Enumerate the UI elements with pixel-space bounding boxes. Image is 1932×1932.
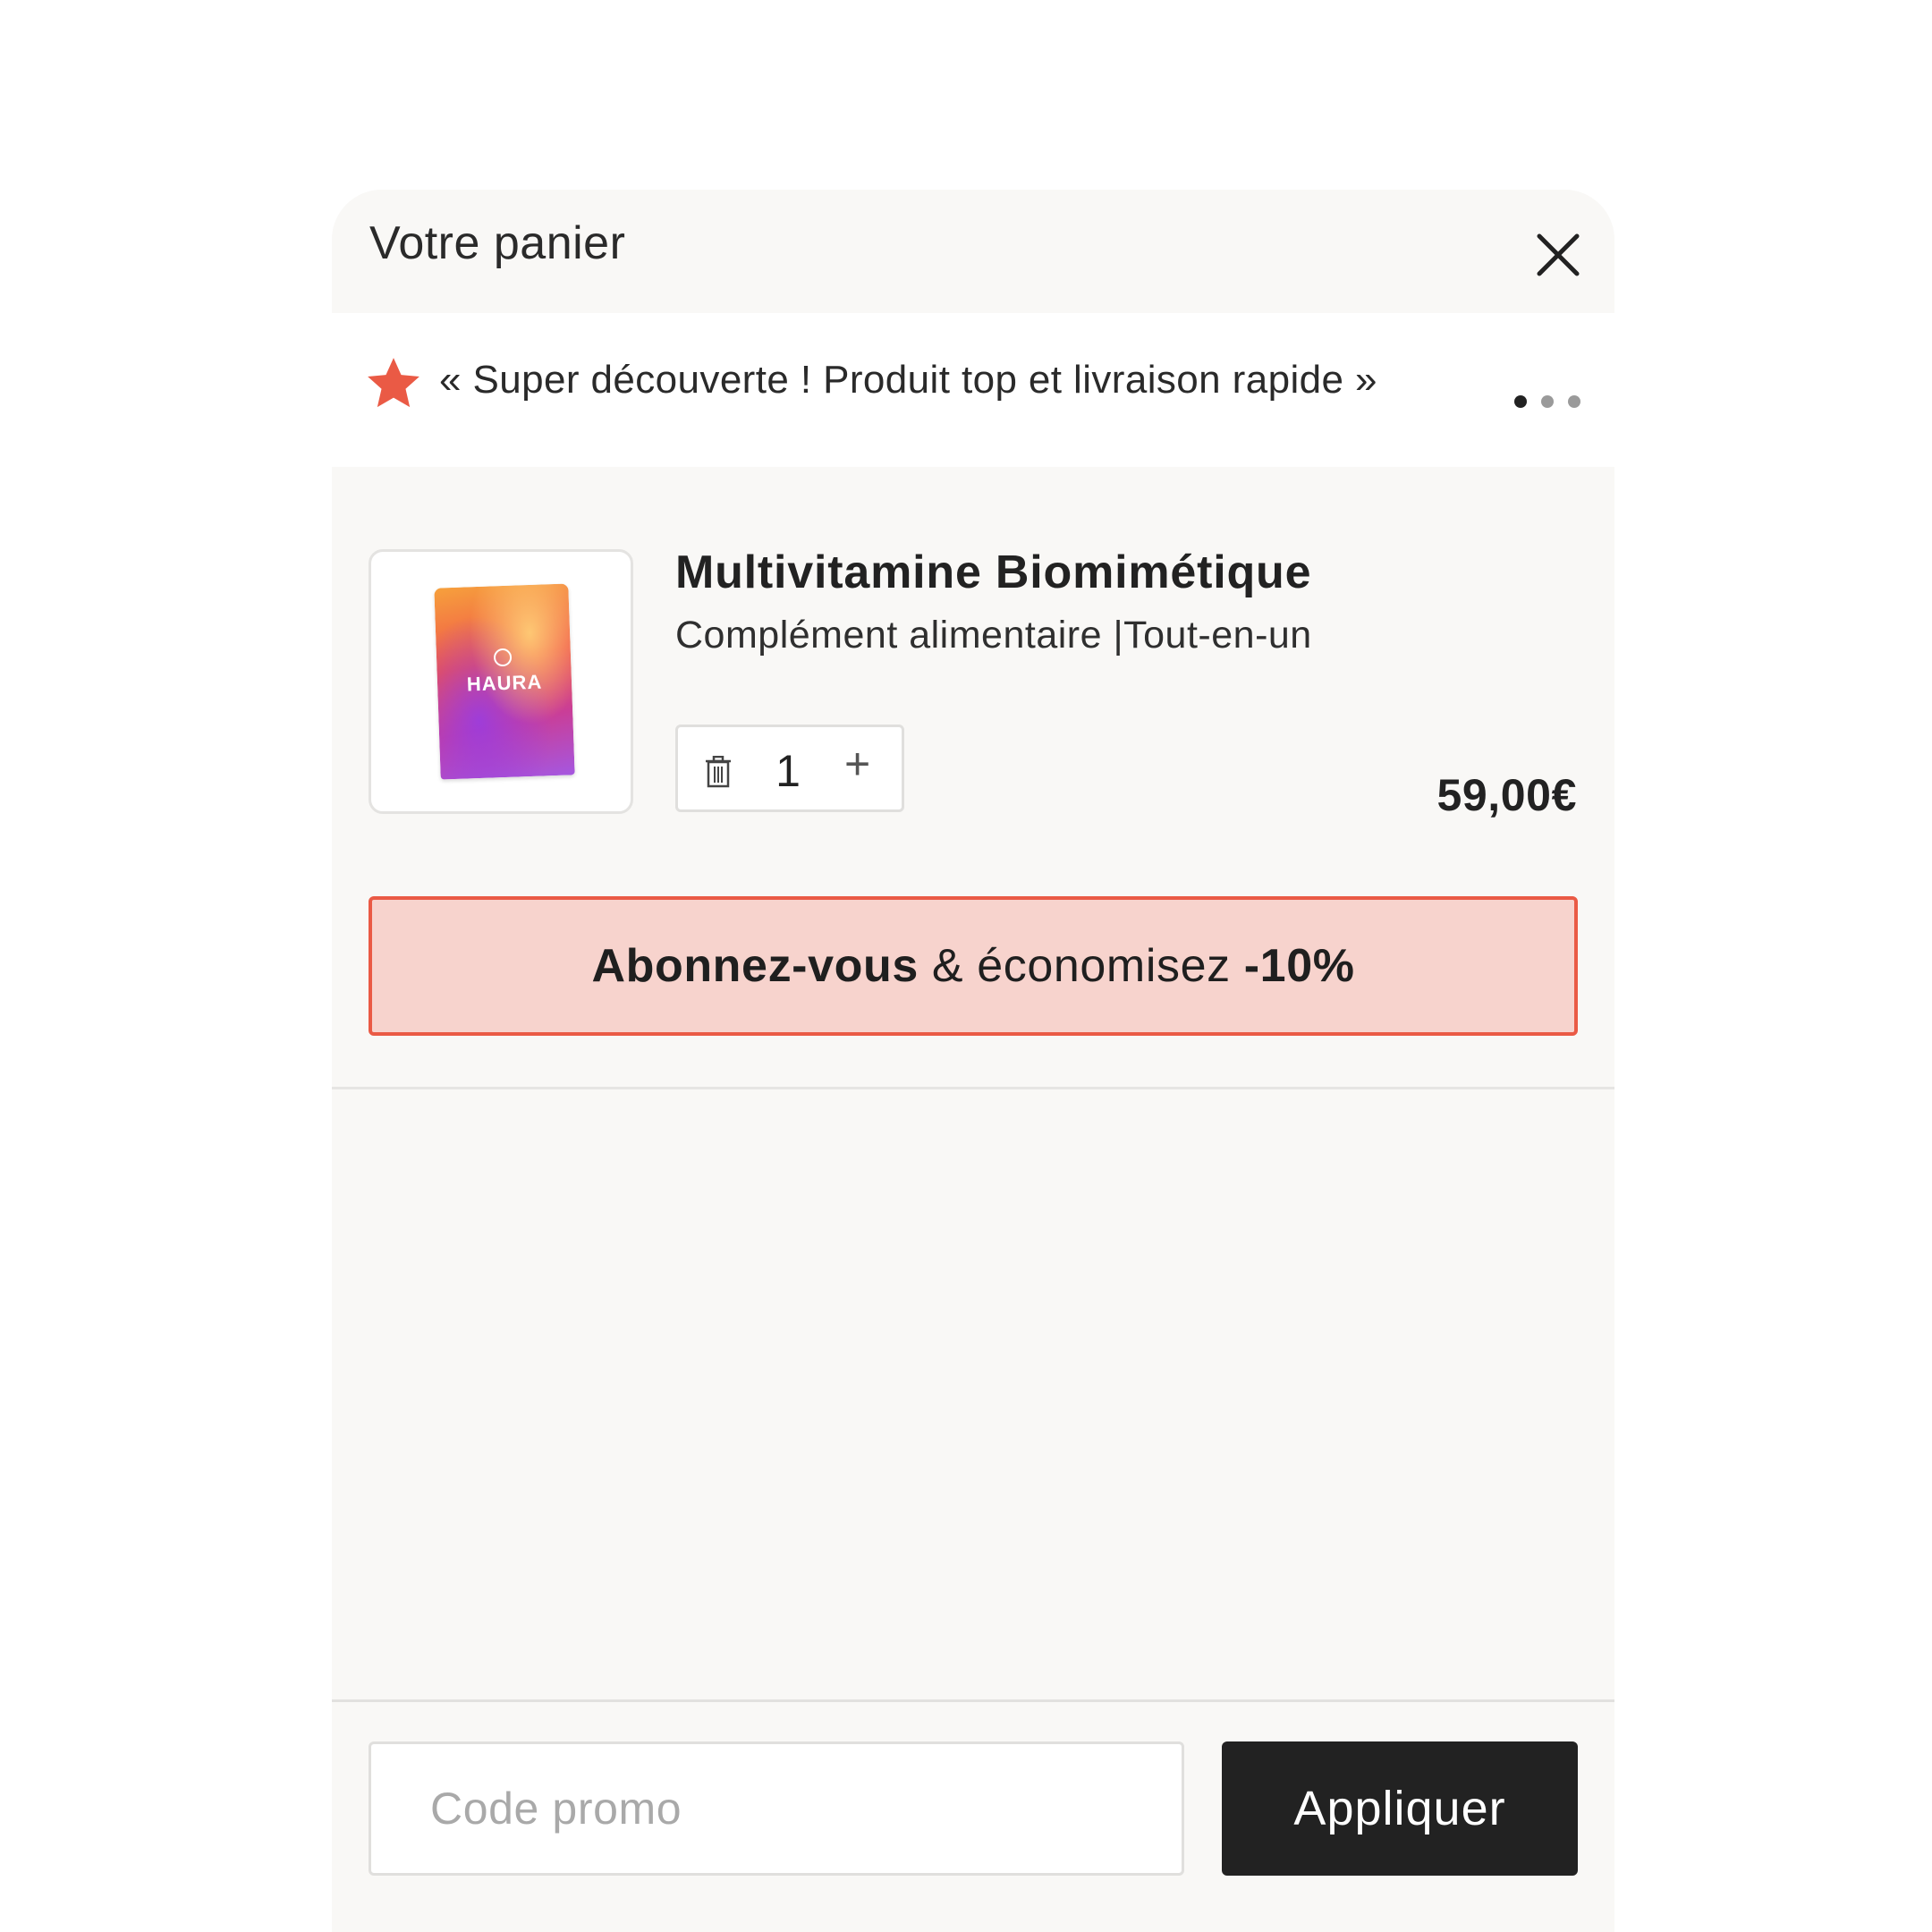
product-thumbnail[interactable]: HAURA	[369, 549, 633, 814]
cart-title: Votre panier	[369, 217, 626, 269]
subscribe-label-strong: Abonnez-vous	[591, 940, 919, 992]
cart-drawer: Votre panier « Super découverte ! Produi…	[332, 190, 1614, 1932]
star-icon	[368, 358, 419, 408]
product-price: 59,00€	[1436, 770, 1577, 820]
product-name[interactable]: Multivitamine Biomimétique	[675, 546, 1311, 599]
cart-header: Votre panier	[332, 190, 1614, 313]
close-icon[interactable]	[1534, 231, 1582, 279]
divider	[332, 1087, 1614, 1089]
divider	[332, 1699, 1614, 1702]
quantity-stepper: 1 +	[675, 724, 904, 812]
trash-icon[interactable]	[705, 756, 732, 788]
subscribe-button[interactable]: Abonnez-vous & économisez -10%	[369, 896, 1578, 1036]
carousel-dot[interactable]	[1568, 395, 1580, 408]
pack-brand: HAURA	[466, 670, 543, 696]
product-subtitle: Complément alimentaire |Tout-en-un	[675, 614, 1312, 657]
subscribe-label: & économisez	[918, 940, 1244, 992]
subscribe-discount: -10%	[1243, 940, 1355, 992]
apply-button[interactable]: Appliquer	[1222, 1741, 1578, 1876]
plus-icon[interactable]: +	[844, 741, 870, 786]
product-image: HAURA	[434, 583, 575, 780]
review-quote: « Super découverte ! Produit top et livr…	[439, 358, 1377, 402]
quantity-value: 1	[775, 746, 801, 796]
carousel-dot[interactable]	[1541, 395, 1554, 408]
review-banner: « Super découverte ! Produit top et livr…	[332, 313, 1614, 467]
promo-code-input[interactable]	[369, 1741, 1184, 1876]
pack-badge-icon	[493, 648, 513, 667]
carousel-dot[interactable]	[1514, 395, 1527, 408]
carousel-dots[interactable]	[1514, 395, 1595, 413]
